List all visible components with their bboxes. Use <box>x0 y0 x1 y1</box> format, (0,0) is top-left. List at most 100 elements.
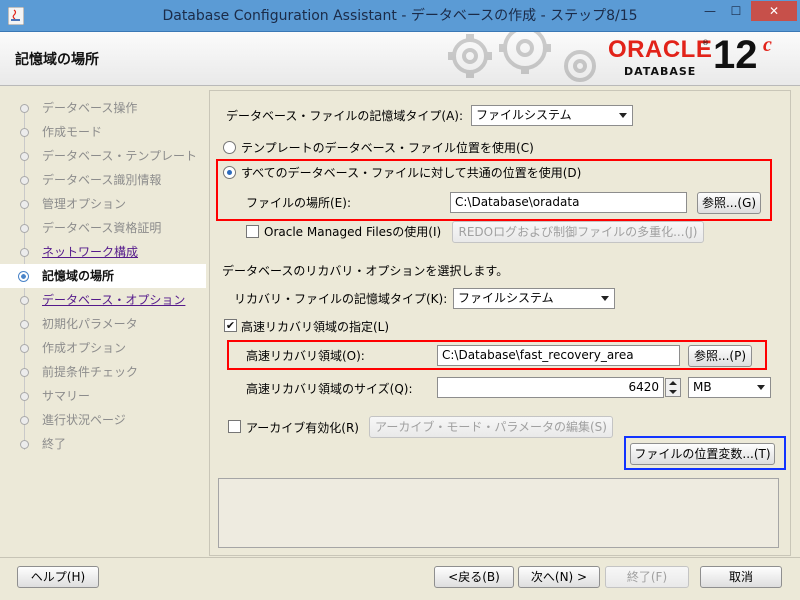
fra-checkbox-label: 高速リカバリ領域の指定(L) <box>241 320 390 334</box>
nav-step-management-options: 管理オプション <box>8 192 206 216</box>
archive-label: アーカイブ有効化(R) <box>246 421 359 435</box>
nav-step-label: 終了 <box>42 437 67 451</box>
step-dot-icon <box>20 320 29 329</box>
maximize-button[interactable]: ☐ <box>723 1 749 21</box>
oracle-logo-word: ORACLE <box>608 36 713 63</box>
step-dot-icon <box>20 200 29 209</box>
back-button[interactable]: <戻る(B) <box>434 566 514 588</box>
nav-step-database-options[interactable]: データベース・オプション <box>8 288 206 312</box>
fra-checkbox[interactable]: ✔ <box>224 319 237 332</box>
nav-step-label: 記憶域の場所 <box>42 269 115 283</box>
nav-step-label: データベース識別情報 <box>42 173 162 187</box>
nav-step-progress-page: 進行状況ページ <box>8 408 206 432</box>
page-header: 記憶域の場所 ORACLE ® DATABASE 12 c <box>0 32 800 86</box>
use-template-locations-radio[interactable] <box>223 141 236 154</box>
db-storage-type-select[interactable]: ファイルシステム <box>471 105 633 126</box>
recovery-storage-type-value: ファイルシステム <box>458 291 554 305</box>
file-location-variables-button[interactable]: ファイルの位置変数...(T) <box>630 443 775 465</box>
title-bar: Database Configuration Assistant - データベー… <box>0 0 800 32</box>
nav-step-creation-mode: 作成モード <box>8 120 206 144</box>
step-dot-icon <box>20 248 29 257</box>
oracle-logo-tm: ® <box>702 39 709 47</box>
oracle-version-suffix: c <box>763 34 772 56</box>
nav-step-database-identification: データベース識別情報 <box>8 168 206 192</box>
step-dot-icon <box>20 296 29 305</box>
nav-step-summary: サマリー <box>8 384 206 408</box>
nav-step-label: ネットワーク構成 <box>42 245 139 259</box>
nav-step-database-operation: データベース操作 <box>8 96 206 120</box>
step-dot-icon <box>20 104 29 113</box>
omf-label: Oracle Managed Filesの使用(I) <box>264 225 442 239</box>
nav-step-label: 作成モード <box>42 125 103 139</box>
nav-step-label: データベース・テンプレート <box>42 149 198 163</box>
oracle-version-number: 12 <box>713 33 758 77</box>
nav-step-label: データベース・オプション <box>42 293 186 307</box>
next-button[interactable]: 次へ(N) > <box>518 566 600 588</box>
nav-step-label: データベース資格証明 <box>42 221 162 235</box>
fra-location-label: 高速リカバリ領域(O): <box>246 349 365 363</box>
omf-checkbox[interactable] <box>246 225 259 238</box>
fra-browse-button[interactable]: 参照...(P) <box>688 345 752 367</box>
use-template-locations-label: テンプレートのデータベース・ファイル位置を使用(C) <box>241 141 534 155</box>
recovery-intro-text: データベースのリカバリ・オプションを選択します。 <box>222 264 509 278</box>
nav-step-creation-options: 作成オプション <box>8 336 206 360</box>
nav-step-label: データベース操作 <box>42 101 138 115</box>
fra-unit-select[interactable]: MB <box>688 377 771 398</box>
recovery-storage-type-label: リカバリ・ファイルの記憶域タイプ(K): <box>234 292 448 306</box>
step-dot-icon <box>20 440 29 449</box>
step-dot-icon <box>20 392 29 401</box>
nav-step-label: 進行状況ページ <box>42 413 126 427</box>
nav-step-label: 管理オプション <box>42 197 127 211</box>
nav-step-label: 作成オプション <box>42 341 127 355</box>
nav-step-database-credentials: データベース資格証明 <box>8 216 206 240</box>
nav-step-finish: 終了 <box>8 432 206 456</box>
finish-button[interactable]: 終了(F) <box>605 566 689 588</box>
fra-size-label: 高速リカバリ領域のサイズ(Q): <box>246 382 413 396</box>
close-button[interactable]: ✕ <box>751 1 797 21</box>
nav-step-initialization-parameters: 初期化パラメータ <box>8 312 206 336</box>
nav-step-label: サマリー <box>42 389 91 403</box>
minimize-button[interactable]: — <box>697 1 723 21</box>
cancel-button[interactable]: 取消 <box>700 566 782 588</box>
recovery-storage-type-select[interactable]: ファイルシステム <box>453 288 615 309</box>
step-dot-icon <box>20 224 29 233</box>
multiplex-redo-button[interactable]: REDOログおよび制御ファイルの多重化...(J) <box>452 221 704 243</box>
step-dot-icon <box>20 368 29 377</box>
page-title: 記憶域の場所 <box>15 52 99 68</box>
file-location-input[interactable]: C:\Database\oradata <box>450 192 687 213</box>
db-storage-type-value: ファイルシステム <box>476 108 572 122</box>
archive-checkbox[interactable] <box>228 420 241 433</box>
step-dot-icon <box>20 152 29 161</box>
use-common-location-label: すべてのデータベース・ファイルに対して共通の位置を使用(D) <box>241 166 582 180</box>
step-dot-icon <box>20 344 29 353</box>
current-step-dot-icon <box>18 271 29 282</box>
chevron-down-icon <box>619 113 627 118</box>
step-dot-icon <box>20 416 29 425</box>
chevron-down-icon <box>757 385 765 390</box>
step-dot-icon <box>20 128 29 137</box>
nav-step-storage-locations: 記憶域の場所 <box>0 264 206 288</box>
gears-decoration-icon <box>448 32 596 82</box>
window-title: Database Configuration Assistant - データベー… <box>162 8 638 24</box>
use-common-location-radio[interactable] <box>223 166 236 179</box>
fra-size-spinner[interactable] <box>665 378 681 397</box>
file-location-label: ファイルの場所(E): <box>246 196 351 210</box>
message-area <box>218 478 779 548</box>
help-button[interactable]: ヘルプ(H) <box>17 566 99 588</box>
nav-step-label: 前提条件チェック <box>42 365 139 379</box>
nav-step-label: 初期化パラメータ <box>42 317 138 331</box>
fra-size-input[interactable]: 6420 <box>437 377 664 398</box>
step-dot-icon <box>20 176 29 185</box>
file-location-browse-button[interactable]: 参照...(G) <box>697 192 761 214</box>
nav-step-prerequisite-checks: 前提条件チェック <box>8 360 206 384</box>
archive-params-button[interactable]: アーカイブ・モード・パラメータの編集(S) <box>369 416 613 438</box>
fra-unit-value: MB <box>693 380 712 394</box>
footer-separator <box>0 557 800 558</box>
db-storage-type-label: データベース・ファイルの記憶域タイプ(A): <box>226 109 464 123</box>
chevron-down-icon <box>601 296 609 301</box>
fra-location-input[interactable]: C:\Database\fast_recovery_area <box>437 345 680 366</box>
nav-step-database-template: データベース・テンプレート <box>8 144 206 168</box>
oracle-logo-database: DATABASE <box>624 65 697 78</box>
nav-step-network-configuration[interactable]: ネットワーク構成 <box>8 240 206 264</box>
step-navigation: データベース操作 作成モード データベース・テンプレート データベース識別情報 … <box>0 96 206 456</box>
